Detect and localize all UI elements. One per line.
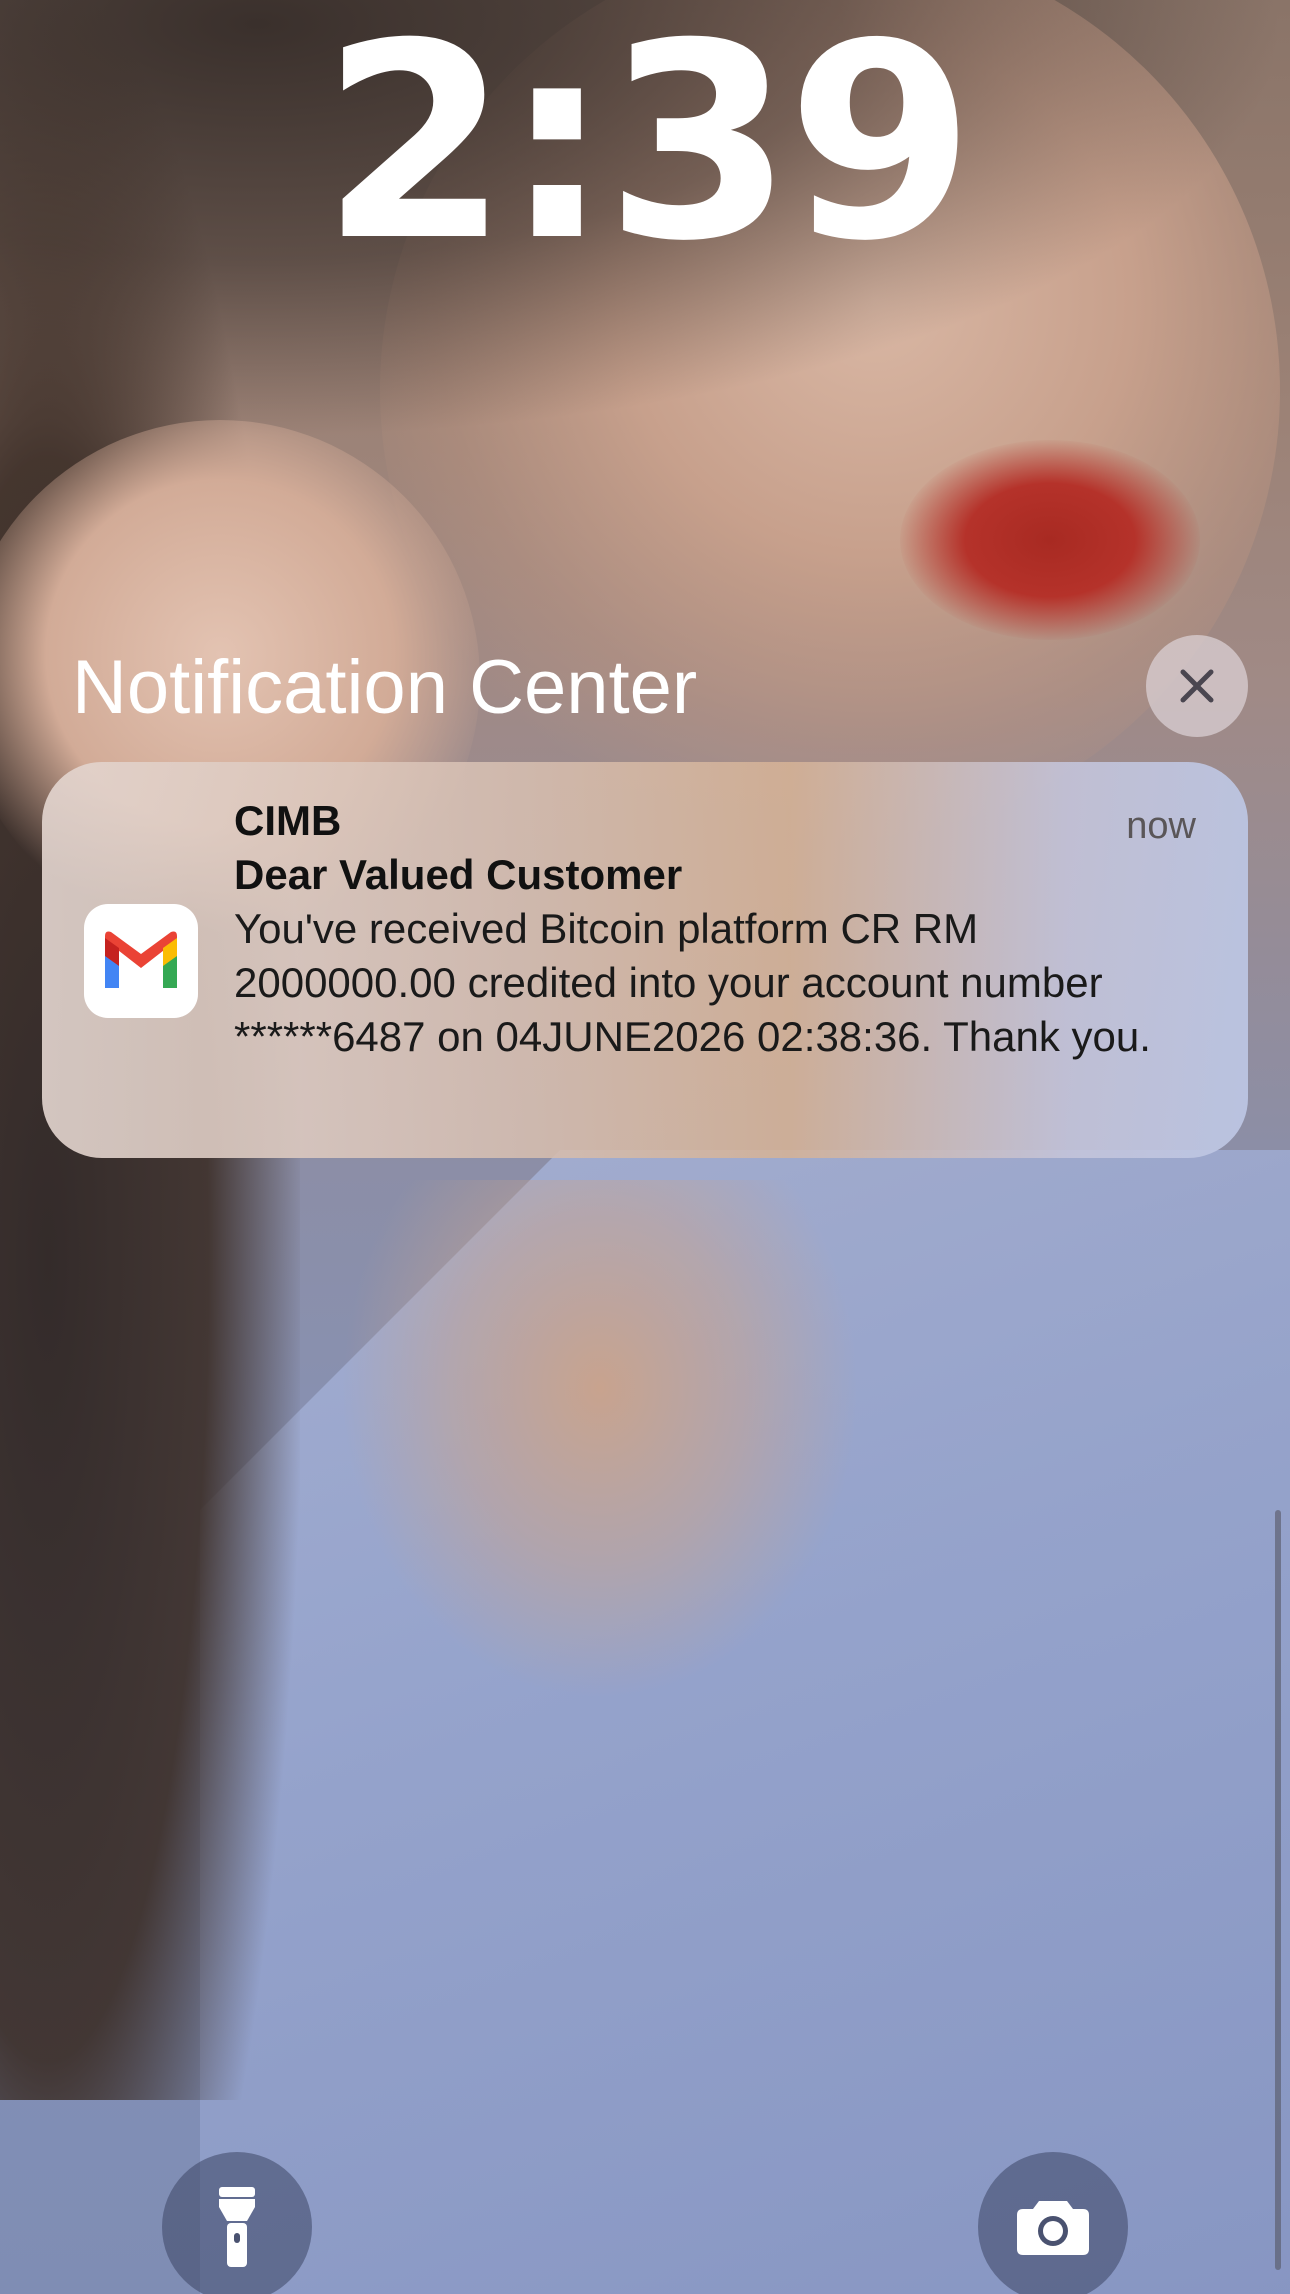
- gmail-app-icon: [84, 904, 198, 1018]
- wallpaper-shirt: [200, 1150, 1290, 2294]
- clear-notifications-button[interactable]: [1146, 635, 1248, 737]
- wallpaper-lips: [900, 440, 1200, 640]
- flashlight-icon: [219, 2187, 255, 2267]
- notification-sender: CIMB: [234, 797, 342, 844]
- camera-button[interactable]: [978, 2152, 1128, 2294]
- lock-screen: 2:39 Notification Center CIMB Dear Value…: [0, 0, 1290, 2294]
- notification-subject: Dear Valued Customer: [234, 851, 683, 898]
- scroll-indicator: [1275, 1510, 1281, 2270]
- camera-icon: [1017, 2201, 1089, 2255]
- close-icon: [1180, 669, 1214, 703]
- lockscreen-clock: 2:39: [321, 0, 975, 300]
- notification-content: CIMB Dear Valued Customer You've receive…: [234, 794, 1198, 1064]
- notification-card[interactable]: CIMB Dear Valued Customer You've receive…: [42, 762, 1248, 1158]
- gmail-icon: [105, 931, 177, 988]
- notification-time: now: [1126, 805, 1196, 847]
- notification-center-title: Notification Center: [72, 645, 698, 730]
- wallpaper-neck: [340, 1180, 860, 1700]
- flashlight-button[interactable]: [162, 2152, 312, 2294]
- notification-body: You've received Bitcoin platform CR RM 2…: [234, 905, 1151, 1060]
